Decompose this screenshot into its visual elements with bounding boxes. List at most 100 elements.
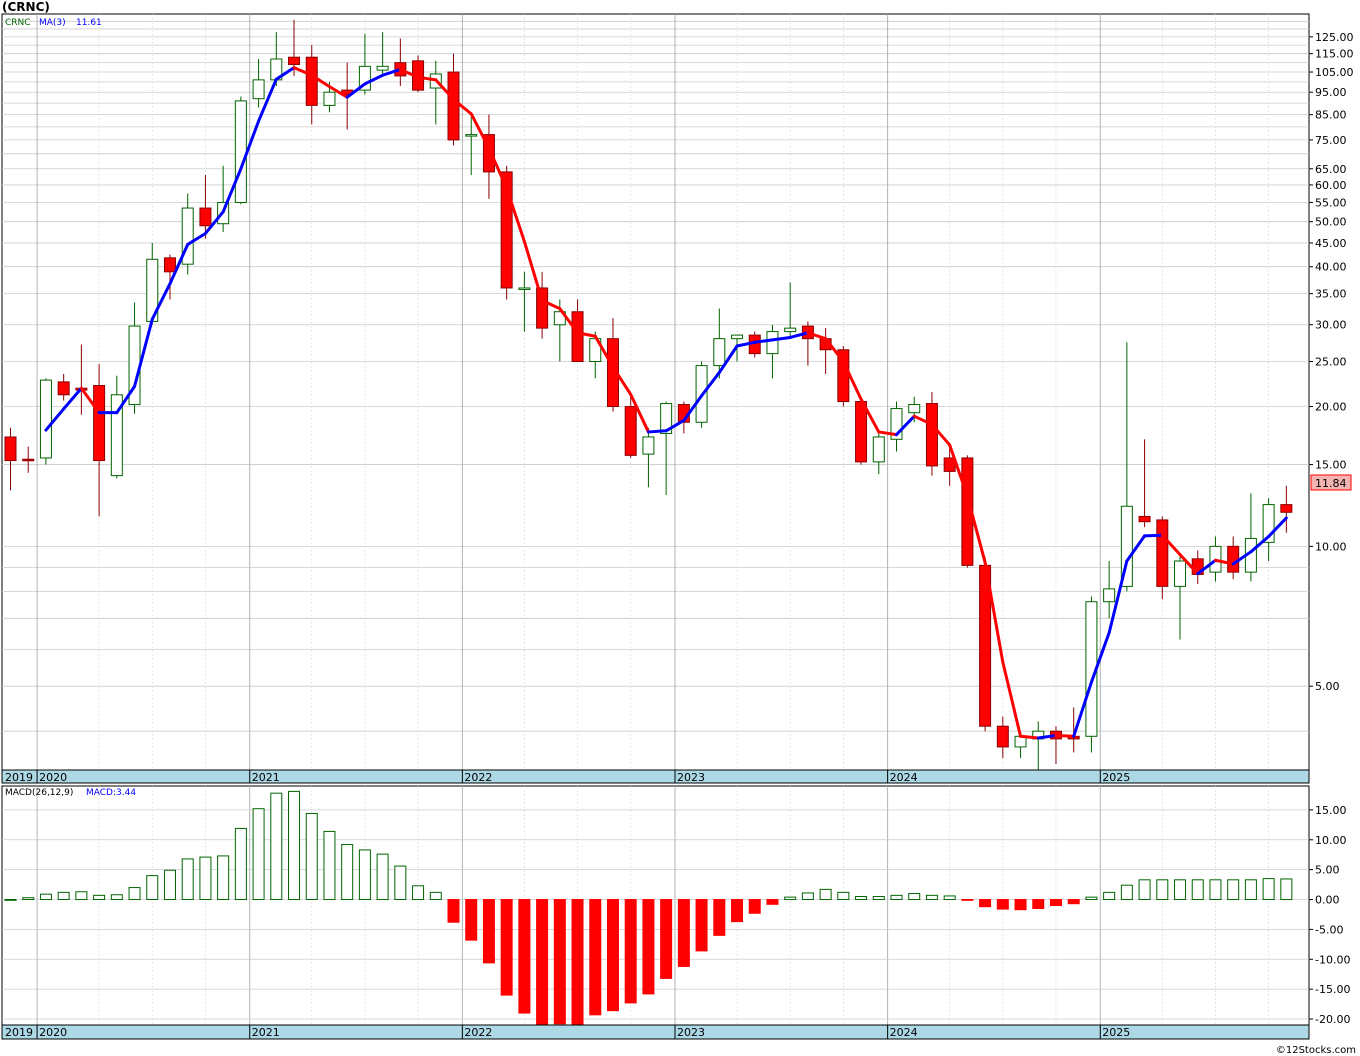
price-year-label: 2025 (1102, 771, 1130, 784)
candle-body (1227, 545, 1240, 573)
candle-body (1280, 504, 1293, 513)
price-tick-label: 20.00 (1315, 401, 1347, 414)
price-tick-label: 125.00 (1315, 31, 1354, 44)
candle-body (1156, 519, 1169, 587)
candle-body (872, 436, 885, 463)
candle-body (536, 287, 549, 329)
macd-bar (252, 808, 265, 901)
macd-bar (890, 894, 903, 901)
macd-bar (500, 899, 513, 996)
macd-bar (128, 887, 141, 901)
macd-bar (996, 899, 1009, 910)
macd-bar (855, 896, 868, 901)
candle-body (234, 100, 247, 203)
macd-bar (305, 812, 318, 901)
ma-label: MA(3) (39, 18, 66, 28)
macd-bar (766, 899, 779, 905)
candle-body (784, 327, 797, 333)
macd-tick-label: 5.00 (1315, 864, 1340, 877)
macd-bar (961, 899, 974, 901)
candle-body (1174, 560, 1187, 587)
macd-bar (39, 893, 52, 901)
candle-body (305, 56, 318, 106)
price-tick-label: 35.00 (1315, 288, 1347, 301)
candle-body (996, 725, 1009, 748)
macd-bar (323, 830, 336, 901)
price-tick-label: 15.00 (1315, 459, 1347, 472)
macd-bar (731, 899, 744, 923)
macd-tick-label: -15.00 (1315, 983, 1350, 996)
ma-segment (646, 429, 668, 434)
macd-bar (801, 892, 814, 901)
macd-bar (199, 856, 212, 901)
candle-body (323, 91, 336, 106)
macd-bar (642, 899, 655, 995)
macd-bar (1032, 899, 1045, 909)
macd-bar (589, 899, 602, 1016)
macd-y-axis: 15.00 10.00 5.00 0.00 -5.00 -10.00 -15.00 -20.0… (1309, 804, 1350, 1026)
candle-body (571, 311, 584, 363)
ma-value: 11.61 (76, 18, 102, 28)
macd-tick-label: -5.00 (1315, 923, 1343, 936)
macd-bar (181, 858, 194, 901)
macd-bar (624, 899, 637, 1004)
macd-bar (748, 899, 761, 914)
macd-tick-label: -20.00 (1315, 1013, 1350, 1026)
macd-bar (163, 869, 176, 901)
macd-bar (217, 855, 230, 901)
candle-body (57, 381, 70, 396)
candle-body (288, 56, 301, 65)
candle-body (642, 436, 655, 455)
macd-tick-label: 10.00 (1315, 834, 1347, 847)
macd-bar (1049, 899, 1062, 907)
macd-bar (57, 891, 70, 901)
macd-bar (837, 891, 850, 901)
candle-body (925, 403, 938, 467)
price-y-axis: 125.00 115.00 105.00 95.00 85.00 75.00 65.00 60… (1309, 31, 1354, 693)
macd-bar (1120, 884, 1133, 901)
candle-body (465, 134, 478, 137)
macd-bar (872, 896, 885, 901)
macd-bar (429, 891, 442, 901)
price-tick-label: 75.00 (1315, 134, 1347, 147)
macd-bar (22, 897, 35, 901)
macd-bar (1191, 879, 1204, 901)
macd-bar (1067, 899, 1080, 905)
macd-panel-frame (1, 785, 1310, 1040)
candle-body (855, 401, 868, 463)
macd-bar (482, 899, 495, 964)
price-year-label: 2022 (464, 771, 492, 784)
stock-chart: 125.00 115.00 105.00 95.00 85.00 75.00 65.00 60… (1, 13, 1354, 1040)
macd-year-label: 2021 (252, 1026, 280, 1039)
price-tick-label: 65.00 (1315, 163, 1347, 176)
macd-bar (234, 827, 247, 901)
macd-label: MACD(26,12,9) (5, 788, 73, 798)
macd-bar (110, 894, 123, 901)
macd-bar (358, 849, 371, 901)
macd-bar (146, 875, 159, 901)
price-year-label: 2019 (5, 771, 33, 784)
macd-bar (695, 899, 708, 952)
macd-bar (784, 896, 797, 901)
macd-value-label: MACD:3.44 (86, 788, 136, 798)
candle-body (624, 406, 637, 456)
macd-bar (4, 899, 17, 901)
macd-tick-label: -10.00 (1315, 953, 1350, 966)
price-tick-label: 40.00 (1315, 261, 1347, 274)
price-year-label: 2021 (252, 771, 280, 784)
macd-bar (979, 899, 992, 908)
macd-bar (1138, 879, 1151, 901)
candle-body (39, 379, 52, 459)
candle-body (163, 257, 176, 273)
price-tick-label: 25.00 (1315, 356, 1347, 369)
macd-bar (1103, 891, 1116, 901)
macd-bar (412, 885, 425, 901)
price-panel-frame (1, 13, 1310, 784)
price-tick-label: 10.00 (1315, 540, 1347, 553)
macd-bar (1280, 878, 1293, 901)
macd-year-label: 2023 (677, 1026, 705, 1039)
macd-bar (943, 895, 956, 901)
macd-bar (93, 894, 106, 901)
macd-year-label: 2025 (1102, 1026, 1130, 1039)
macd-bar (1209, 879, 1222, 901)
